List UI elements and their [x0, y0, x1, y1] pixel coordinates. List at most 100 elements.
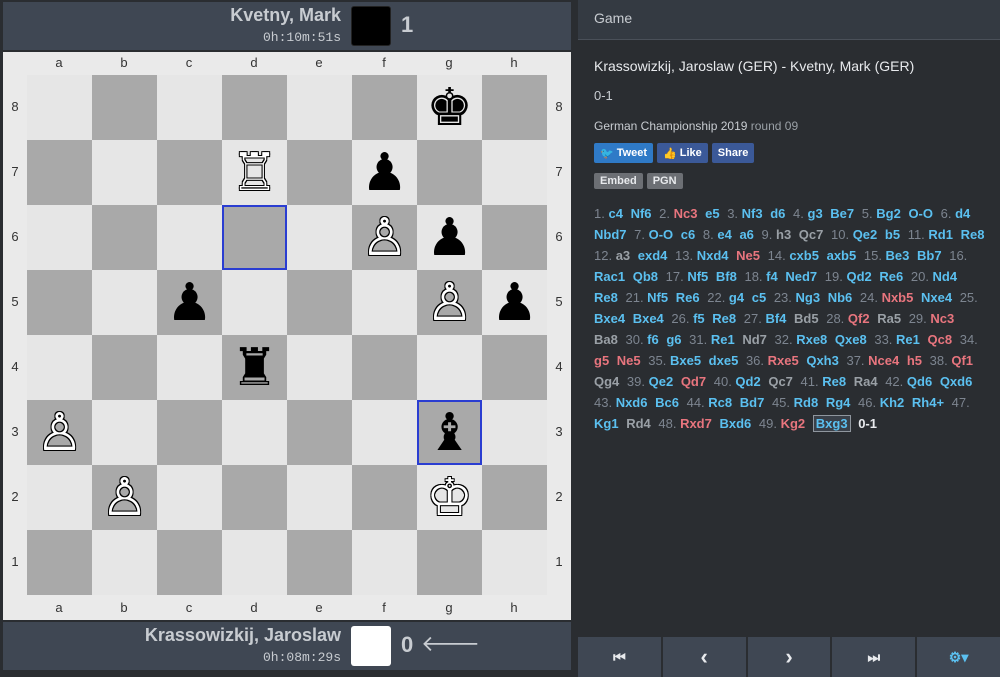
move[interactable]: O-O: [649, 227, 674, 242]
chessboard[interactable]: ♚ ♖ ♟ ♙ ♟ ♟ ♙ ♟ ♜ ♙ ♝ ♙ ♔: [27, 75, 547, 595]
move[interactable]: Ra4: [854, 374, 878, 389]
square-f4[interactable]: [352, 335, 417, 400]
move[interactable]: Rh4+: [912, 395, 944, 410]
move[interactable]: Nf6: [631, 206, 652, 221]
white-pawn-icon[interactable]: ♙: [36, 407, 83, 459]
move[interactable]: Bd7: [740, 395, 765, 410]
square-g3[interactable]: ♝: [417, 400, 482, 465]
square-h4[interactable]: [482, 335, 547, 400]
move[interactable]: Qd2: [735, 374, 760, 389]
move[interactable]: Bf8: [716, 269, 737, 284]
move[interactable]: exd4: [638, 248, 668, 263]
square-c4[interactable]: [157, 335, 222, 400]
square-g5[interactable]: ♙: [417, 270, 482, 335]
move[interactable]: Rxe8: [796, 332, 827, 347]
square-d1[interactable]: [222, 530, 287, 595]
black-pawn-icon[interactable]: ♟: [361, 147, 408, 199]
square-c3[interactable]: [157, 400, 222, 465]
move[interactable]: Nxb5: [882, 290, 914, 305]
last-move-button[interactable]: ⏭: [832, 637, 916, 677]
move[interactable]: Rd1: [928, 227, 953, 242]
square-d7[interactable]: ♖: [222, 140, 287, 205]
move[interactable]: Kg2: [781, 416, 806, 431]
next-move-button[interactable]: ›: [747, 637, 831, 677]
square-b6[interactable]: [92, 205, 157, 270]
move[interactable]: a3: [616, 248, 630, 263]
move[interactable]: f6: [647, 332, 659, 347]
move[interactable]: Qxe8: [835, 332, 867, 347]
move[interactable]: Nd7: [742, 332, 767, 347]
move[interactable]: Nd4: [933, 269, 958, 284]
move[interactable]: Ne5: [736, 248, 760, 263]
move[interactable]: c4: [608, 206, 622, 221]
square-a3[interactable]: ♙: [27, 400, 92, 465]
black-pawn-icon[interactable]: ♟: [491, 277, 538, 329]
move[interactable]: Nce4: [868, 353, 899, 368]
square-f1[interactable]: [352, 530, 417, 595]
prev-move-button[interactable]: ‹: [662, 637, 746, 677]
move[interactable]: a6: [739, 227, 753, 242]
square-b5[interactable]: [92, 270, 157, 335]
move[interactable]: Nb6: [828, 290, 853, 305]
move[interactable]: g5: [594, 353, 609, 368]
move[interactable]: f4: [766, 269, 778, 284]
square-f3[interactable]: [352, 400, 417, 465]
first-move-button[interactable]: ⏮: [578, 637, 661, 677]
move[interactable]: Nbd7: [594, 227, 627, 242]
square-h1[interactable]: [482, 530, 547, 595]
move[interactable]: Qc8: [928, 332, 953, 347]
move[interactable]: Re8: [961, 227, 985, 242]
move[interactable]: Bxe4: [594, 311, 625, 326]
embed-button[interactable]: Embed: [594, 173, 643, 189]
move[interactable]: Bxe4: [633, 311, 664, 326]
square-b4[interactable]: [92, 335, 157, 400]
square-e1[interactable]: [287, 530, 352, 595]
move[interactable]: Nf3: [742, 206, 763, 221]
move[interactable]: f5: [693, 311, 705, 326]
square-a2[interactable]: [27, 465, 92, 530]
square-a6[interactable]: [27, 205, 92, 270]
square-c5[interactable]: ♟: [157, 270, 222, 335]
move[interactable]: Ne5: [617, 353, 641, 368]
move[interactable]: Qf2: [848, 311, 870, 326]
move[interactable]: b5: [885, 227, 900, 242]
move[interactable]: Bc6: [655, 395, 679, 410]
move[interactable]: Ng3: [796, 290, 821, 305]
move[interactable]: Nf5: [687, 269, 708, 284]
move[interactable]: Bxd6: [719, 416, 751, 431]
move[interactable]: dxe5: [709, 353, 739, 368]
square-a5[interactable]: [27, 270, 92, 335]
move[interactable]: h3: [776, 227, 791, 242]
square-d8[interactable]: [222, 75, 287, 140]
move[interactable]: Ba8: [594, 332, 618, 347]
move[interactable]: Bg2: [876, 206, 901, 221]
share-button[interactable]: Share: [711, 143, 755, 163]
move[interactable]: Rxe5: [768, 353, 799, 368]
square-b2[interactable]: ♙: [92, 465, 157, 530]
square-d5[interactable]: [222, 270, 287, 335]
move[interactable]: Be7: [830, 206, 854, 221]
square-f8[interactable]: [352, 75, 417, 140]
square-e2[interactable]: [287, 465, 352, 530]
move[interactable]: O-O: [908, 206, 933, 221]
square-h2[interactable]: [482, 465, 547, 530]
move[interactable]: Qxd6: [940, 374, 973, 389]
white-pawn-icon[interactable]: ♙: [101, 472, 148, 524]
white-king-icon[interactable]: ♔: [426, 472, 473, 524]
move[interactable]: d4: [955, 206, 970, 221]
move[interactable]: Qb8: [633, 269, 658, 284]
move[interactable]: Nxd4: [697, 248, 729, 263]
move[interactable]: Qd2: [846, 269, 871, 284]
settings-button[interactable]: ⚙▾: [917, 637, 1000, 677]
move[interactable]: Kg1: [594, 416, 619, 431]
move[interactable]: Qc7: [768, 374, 793, 389]
square-d6[interactable]: [222, 205, 287, 270]
square-e5[interactable]: [287, 270, 352, 335]
square-h7[interactable]: [482, 140, 547, 205]
move[interactable]: Bb7: [917, 248, 942, 263]
black-bishop-icon[interactable]: ♝: [426, 407, 473, 459]
move[interactable]: Re8: [594, 290, 618, 305]
move[interactable]: Nf5: [647, 290, 668, 305]
square-a8[interactable]: [27, 75, 92, 140]
move[interactable]: g3: [808, 206, 823, 221]
